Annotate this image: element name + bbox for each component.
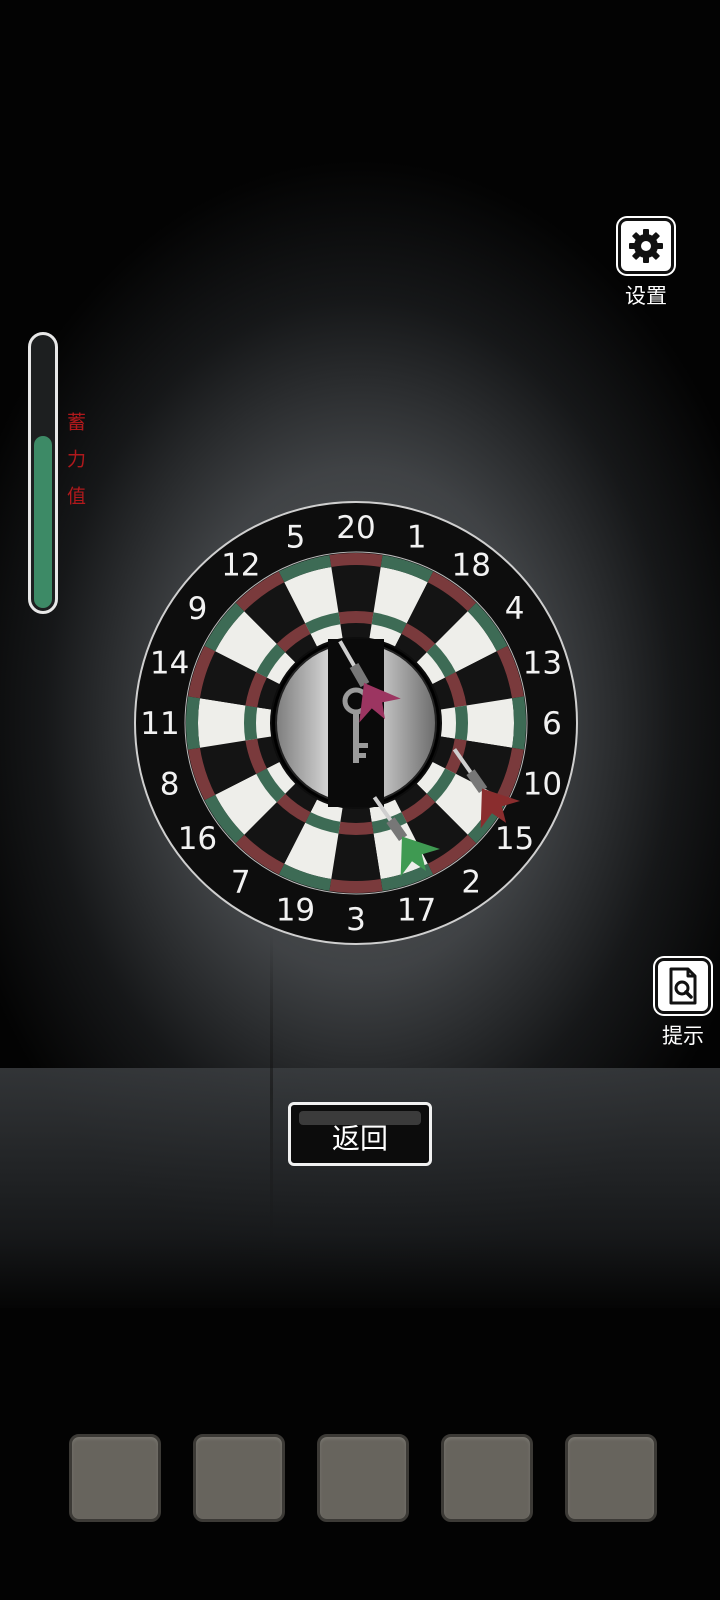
inventory-slot[interactable]	[193, 1434, 285, 1522]
board-number: 13	[523, 645, 562, 681]
settings-icon-box[interactable]	[618, 218, 674, 274]
inventory-slot[interactable]	[69, 1434, 161, 1522]
board-number: 15	[495, 821, 534, 857]
inventory-slot[interactable]	[565, 1434, 657, 1522]
triple-ring-segment	[338, 611, 374, 625]
double-ring-segment	[186, 696, 200, 750]
board-number: 17	[397, 892, 436, 928]
board-number: 2	[461, 865, 481, 901]
board-number: 6	[542, 706, 562, 742]
hint-button[interactable]: 提示	[650, 958, 716, 1050]
triple-ring-segment	[454, 705, 468, 741]
board-number: 10	[523, 767, 562, 803]
document-search-icon	[669, 967, 697, 1005]
board-number: 3	[346, 902, 366, 938]
board-number: 7	[231, 865, 251, 901]
wall-crack	[270, 930, 273, 1250]
triple-ring-segment	[244, 705, 258, 741]
board-number: 14	[150, 645, 189, 681]
board-number: 18	[451, 547, 490, 583]
return-button[interactable]: 返回	[288, 1102, 432, 1166]
board-number: 20	[336, 510, 375, 546]
board-number: 4	[505, 591, 525, 627]
triple-ring-segment	[338, 821, 374, 835]
board-number: 5	[286, 520, 306, 556]
double-ring-segment	[512, 696, 526, 750]
double-ring-segment	[329, 879, 383, 893]
board-number: 11	[140, 706, 179, 742]
return-button-label: 返回	[331, 1122, 388, 1155]
settings-button[interactable]: 设置	[612, 218, 680, 310]
board-number: 9	[188, 591, 208, 627]
dartboard[interactable]: 20 1 18 4 13 6 10 15 2 17 3 19 7 16 8 11 14 9 12 5	[130, 497, 582, 949]
power-meter	[28, 332, 58, 614]
inventory-slot[interactable]	[317, 1434, 409, 1522]
hint-label: 提示	[662, 1024, 704, 1048]
hint-icon-box[interactable]	[655, 958, 711, 1014]
board-number: 19	[276, 892, 315, 928]
double-ring-segment	[329, 553, 383, 567]
board-number: 12	[221, 547, 260, 583]
inventory-slot[interactable]	[441, 1434, 533, 1522]
board-number: 16	[178, 821, 217, 857]
power-meter-fill	[34, 436, 52, 608]
board-number: 1	[407, 520, 427, 556]
power-meter-label: 蓄力值	[64, 412, 86, 523]
settings-label: 设置	[625, 284, 667, 308]
gear-icon	[629, 229, 663, 263]
board-number: 8	[160, 767, 180, 803]
